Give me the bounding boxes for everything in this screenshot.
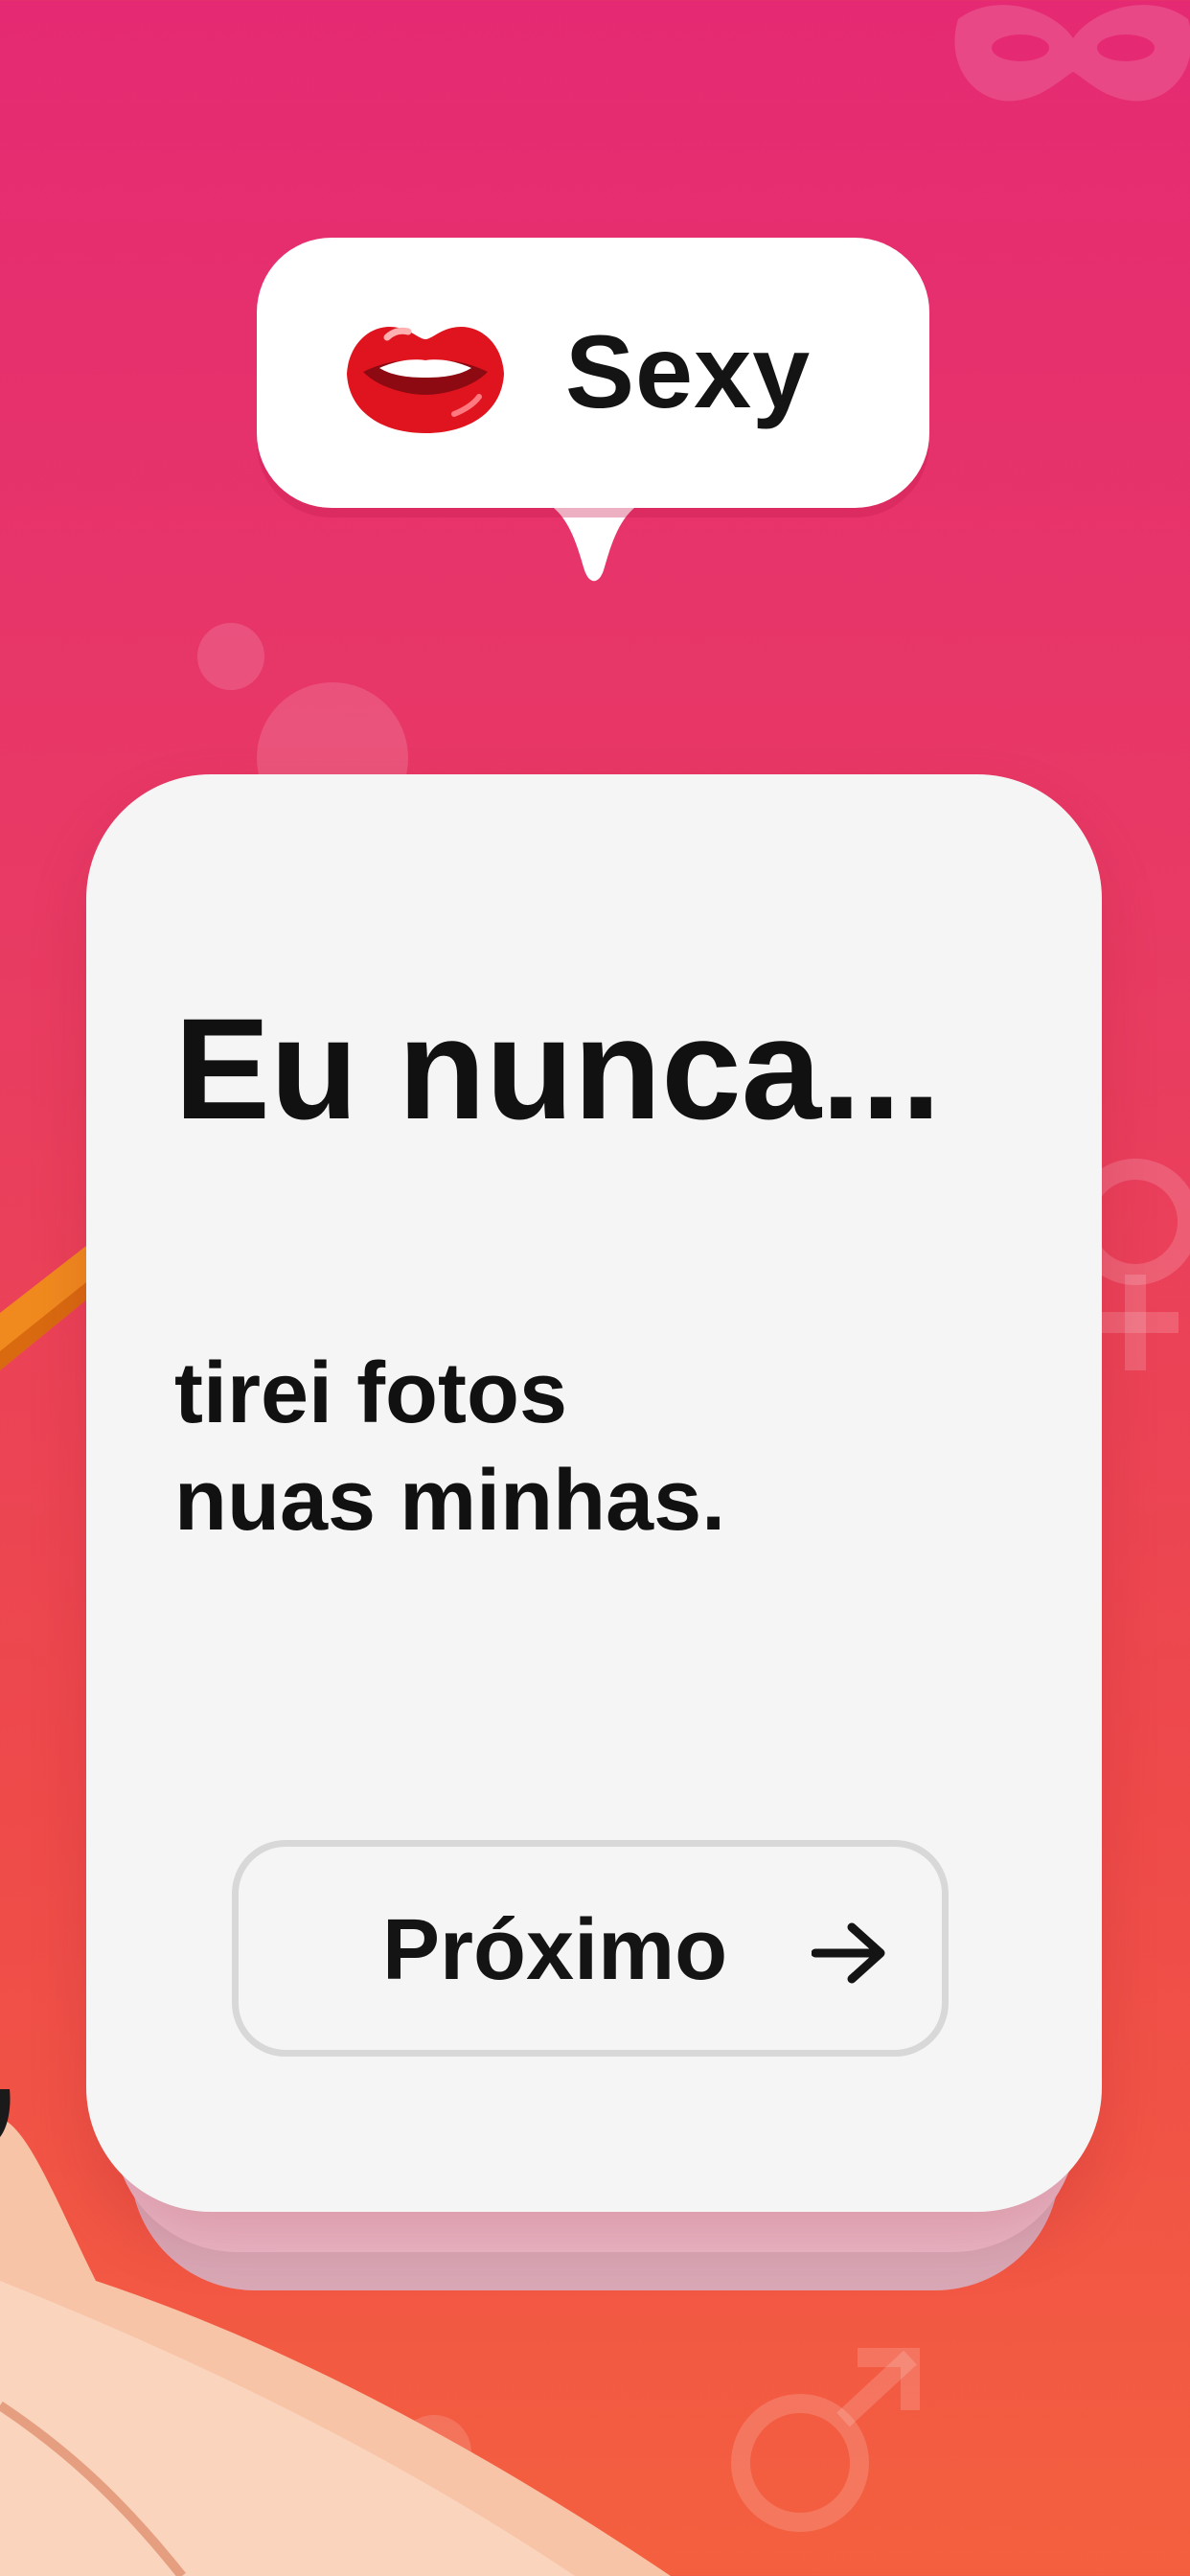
card-statement: tirei fotos nuas minhas. <box>174 1340 1018 1554</box>
card-statement-line1: tirei fotos <box>174 1346 568 1441</box>
bubble-tail <box>537 498 652 582</box>
hand-icon <box>0 2089 671 2576</box>
card-title: Eu nunca... <box>174 988 942 1149</box>
lips-icon <box>337 314 514 443</box>
mask-icon <box>954 5 1190 102</box>
next-button[interactable]: Próximo <box>232 1840 949 2057</box>
category-bubble: Sexy <box>257 238 929 508</box>
male-symbol-icon <box>731 2348 920 2532</box>
category-label: Sexy <box>565 313 812 429</box>
decor-circle-small <box>197 623 264 690</box>
card-statement-line2: nuas minhas. <box>174 1453 726 1549</box>
next-button-label: Próximo <box>382 1902 728 1998</box>
arrow-right-icon <box>812 1922 885 1984</box>
question-card: Eu nunca... tirei fotos nuas minhas. Pró… <box>86 774 1102 2212</box>
